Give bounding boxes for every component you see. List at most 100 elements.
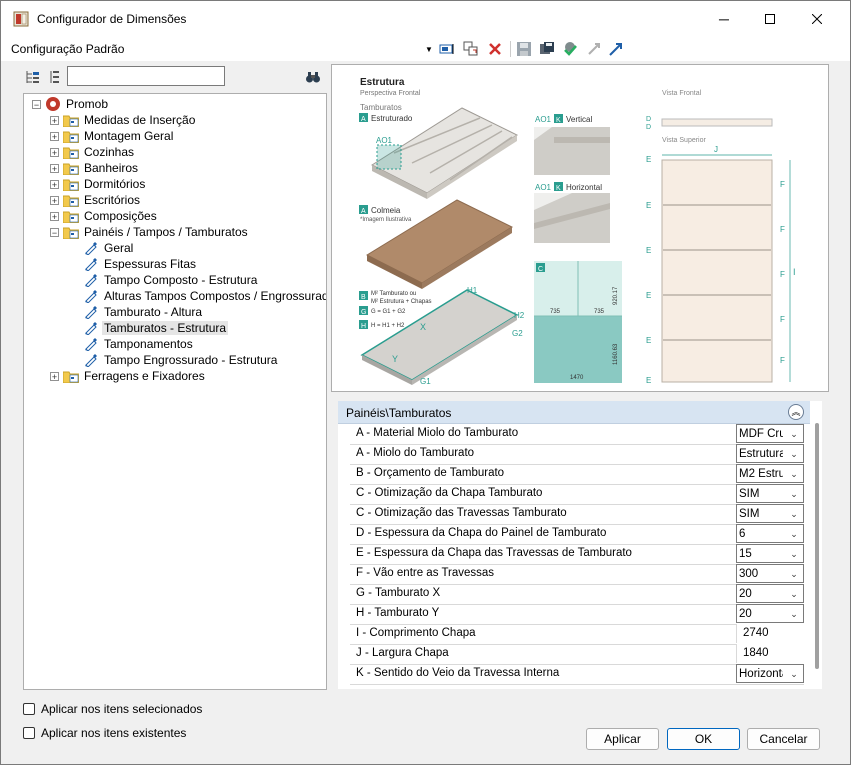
- export-icon[interactable]: [608, 41, 624, 57]
- tree-item-label: Tampo Engrossurado - Estrutura: [104, 353, 278, 367]
- property-value-select[interactable]: 20 ⌄: [736, 604, 804, 623]
- vista-superior-label: Vista Superior: [662, 137, 707, 144]
- tree-item-config[interactable]: Tampo Engrossurado - Estrutura: [84, 352, 279, 368]
- configurator-window: Configurador de Dimensões ─ Configuração…: [0, 0, 851, 765]
- apply-selected-option[interactable]: Aplicar nos itens selecionados: [23, 701, 202, 717]
- property-value-select[interactable]: Estruturado⌄: [736, 444, 804, 463]
- apply-existing-checkbox[interactable]: [23, 727, 35, 739]
- binoculars-icon[interactable]: [305, 69, 321, 85]
- chevron-down-icon[interactable]: ⌄: [786, 526, 802, 542]
- structure-diagram: Estrutura Perspectiva Frontal Tamburatos…: [359, 77, 796, 386]
- properties-scrollbar[interactable]: [815, 423, 819, 669]
- expand-toggle[interactable]: +: [50, 211, 59, 221]
- c-letter: C: [538, 266, 543, 273]
- collapse-button[interactable]: ︽: [788, 404, 804, 420]
- e-label-3: E: [646, 246, 651, 255]
- apply-button[interactable]: Aplicar: [586, 728, 659, 750]
- expand-toggle[interactable]: +: [50, 179, 59, 189]
- cancel-button[interactable]: Cancelar: [747, 728, 820, 750]
- cut-optimization-diagram: [534, 261, 622, 383]
- h2-label: H2: [514, 311, 525, 320]
- folder-icon: [63, 163, 79, 175]
- expand-toggle[interactable]: +: [50, 371, 59, 381]
- minimize-button[interactable]: ─: [701, 1, 747, 37]
- tree-item-label: Montagem Geral: [84, 129, 174, 143]
- caret-down-icon: ▼: [425, 44, 433, 54]
- tree-item-category[interactable]: + Ferragens e Fixadores: [50, 368, 207, 384]
- chevron-down-icon[interactable]: ⌄: [786, 666, 802, 682]
- tree-item-config[interactable]: Tampo Composto - Estrutura: [84, 272, 259, 288]
- property-value-select[interactable]: SIM ⌄: [736, 484, 804, 503]
- d-letter-1: D: [646, 116, 651, 123]
- property-value-select[interactable]: 6 ⌄: [736, 524, 804, 543]
- expand-toggle[interactable]: +: [50, 195, 59, 205]
- import-icon[interactable]: [586, 41, 602, 57]
- tree-item-label: Alturas Tampos Compostos / Engrossurado: [104, 289, 327, 303]
- tree-item-category[interactable]: + Cozinhas: [50, 144, 136, 160]
- chevron-down-icon[interactable]: ⌄: [786, 486, 802, 502]
- e-label-2: E: [646, 201, 651, 210]
- property-value-select[interactable]: 15 ⌄: [736, 544, 804, 563]
- expand-toggle[interactable]: +: [50, 147, 59, 157]
- collapse-toggle[interactable]: −: [50, 227, 59, 237]
- property-value-input[interactable]: 1840: [736, 644, 805, 663]
- tree-item-config[interactable]: Tamburatos - Estrutura: [84, 320, 229, 336]
- tree-item-category[interactable]: + Medidas de Inserção: [50, 112, 197, 128]
- save-icon[interactable]: [516, 41, 532, 57]
- tree-item-config[interactable]: Tamburato - Altura: [84, 304, 204, 320]
- property-value-select[interactable]: 300 ⌄: [736, 564, 804, 583]
- apply-existing-option[interactable]: Aplicar nos itens existentes: [23, 725, 186, 741]
- property-value-select[interactable]: Horizontal⌄: [736, 664, 804, 683]
- expand-toggle[interactable]: +: [50, 115, 59, 125]
- ok-button[interactable]: OK: [667, 728, 740, 750]
- tree-item-config[interactable]: Espessuras Fitas: [84, 256, 198, 272]
- tree-item-config[interactable]: Geral: [84, 240, 135, 256]
- property-label: J - Largura Chapa: [356, 647, 449, 659]
- expand-toggle[interactable]: +: [50, 131, 59, 141]
- config-item-icon: [85, 322, 97, 335]
- chevron-down-icon[interactable]: ⌄: [786, 446, 802, 462]
- copy-config-icon[interactable]: [463, 41, 479, 57]
- f-label-2: F: [780, 225, 785, 234]
- property-value-select[interactable]: M2 Estrutura⌄: [736, 464, 804, 483]
- chevron-down-icon[interactable]: ⌄: [786, 566, 802, 582]
- expand-toggle[interactable]: +: [50, 163, 59, 173]
- property-value-select[interactable]: 20 ⌄: [736, 584, 804, 603]
- tree-item-category[interactable]: + Banheiros: [50, 160, 140, 176]
- chevron-down-icon[interactable]: ⌄: [786, 606, 802, 622]
- tree-item-config[interactable]: Alturas Tampos Compostos / Engrossurado: [84, 288, 327, 304]
- property-value-select[interactable]: SIM ⌄: [736, 504, 804, 523]
- apply-config-icon[interactable]: [562, 41, 578, 57]
- chevron-down-icon[interactable]: ⌄: [786, 546, 802, 562]
- tree-item-category[interactable]: + Escritórios: [50, 192, 142, 208]
- delete-icon[interactable]: [487, 41, 503, 57]
- properties-header[interactable]: Painéis\Tamburatos ︽: [338, 401, 810, 424]
- tree-item-category[interactable]: + Montagem Geral: [50, 128, 175, 144]
- property-label: F - Vão entre as Travessas: [356, 567, 495, 579]
- tree-item-category[interactable]: − Painéis / Tampos / Tamburatos: [50, 224, 250, 240]
- close-button[interactable]: [794, 1, 840, 37]
- search-input[interactable]: [67, 66, 225, 86]
- collapse-all-icon[interactable]: [47, 69, 63, 85]
- vista-frontal-label: Vista Frontal: [662, 90, 702, 97]
- chevron-down-icon[interactable]: ⌄: [786, 506, 802, 522]
- maximize-button[interactable]: [747, 1, 793, 37]
- collapse-toggle[interactable]: −: [32, 99, 41, 109]
- tree-item-category[interactable]: + Composições: [50, 208, 159, 224]
- tree-item-config[interactable]: Tamponamentos: [84, 336, 195, 352]
- tree-item-category[interactable]: + Dormitórios: [50, 176, 147, 192]
- configuration-dropdown[interactable]: ▼: [425, 41, 433, 57]
- chevron-down-icon[interactable]: ⌄: [786, 586, 802, 602]
- rename-config-icon[interactable]: [439, 41, 455, 57]
- tree-item-label: Banheiros: [84, 161, 139, 175]
- tree-item-root[interactable]: − Promob: [32, 96, 110, 112]
- preview-subtitle: Perspectiva Frontal: [360, 90, 421, 97]
- apply-selected-checkbox[interactable]: [23, 703, 35, 715]
- expand-all-icon[interactable]: [25, 69, 41, 85]
- chevron-down-icon[interactable]: ⌄: [786, 426, 802, 442]
- chevron-down-icon[interactable]: ⌄: [786, 466, 802, 482]
- save-all-icon[interactable]: [539, 41, 555, 57]
- folder-icon: [63, 147, 79, 159]
- property-value-input[interactable]: 2740: [736, 624, 805, 643]
- property-value-select[interactable]: MDF Cru ⌄: [736, 424, 804, 443]
